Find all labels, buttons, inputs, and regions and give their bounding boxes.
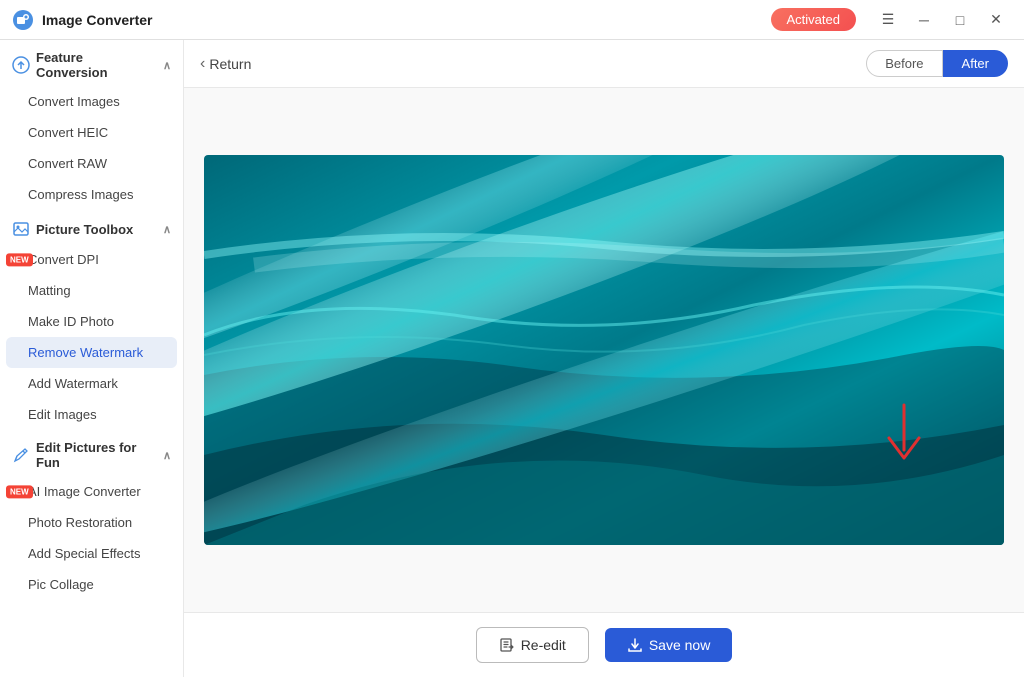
content-header: ‹ Return Before After xyxy=(184,40,1024,88)
title-bar-left: Image Converter xyxy=(12,9,152,31)
bottom-toolbar: Re-edit Save now xyxy=(184,612,1024,677)
new-badge-ai-converter: NEW xyxy=(6,485,33,498)
sidebar-section-picture-toolbox[interactable]: Picture Toolbox ∧ xyxy=(0,210,183,244)
save-icon xyxy=(627,637,643,653)
re-edit-button[interactable]: Re-edit xyxy=(476,627,589,663)
feature-conversion-chevron: ∧ xyxy=(163,59,171,72)
feature-conversion-icon xyxy=(12,56,30,74)
new-badge-convert-dpi: NEW xyxy=(6,253,33,266)
re-edit-icon xyxy=(499,637,515,653)
image-container xyxy=(204,155,1004,545)
sidebar-item-compress-images[interactable]: Compress Images xyxy=(0,179,183,210)
before-after-toggle: Before After xyxy=(866,50,1008,77)
return-label: Return xyxy=(209,56,251,72)
minimize-button[interactable]: ─ xyxy=(908,6,940,34)
sidebar-item-convert-raw[interactable]: Convert RAW xyxy=(0,148,183,179)
picture-toolbox-chevron: ∧ xyxy=(163,223,171,236)
sidebar-item-convert-dpi[interactable]: NEW Convert DPI xyxy=(0,244,183,275)
save-now-label: Save now xyxy=(649,637,710,653)
sidebar-item-photo-restoration[interactable]: Photo Restoration xyxy=(0,507,183,538)
picture-toolbox-icon xyxy=(12,220,30,238)
after-button[interactable]: After xyxy=(943,50,1008,77)
main-layout: Feature Conversion ∧ Convert Images Conv… xyxy=(0,40,1024,677)
feature-conversion-label: Feature Conversion xyxy=(36,50,157,80)
before-button[interactable]: Before xyxy=(866,50,942,77)
app-title: Image Converter xyxy=(42,12,152,28)
sidebar-section-edit-pictures-for-fun[interactable]: Edit Pictures for Fun ∧ xyxy=(0,430,183,476)
sidebar-section-feature-conversion[interactable]: Feature Conversion ∧ xyxy=(0,40,183,86)
picture-toolbox-label: Picture Toolbox xyxy=(36,222,133,237)
sidebar-item-add-special-effects[interactable]: Add Special Effects xyxy=(0,538,183,569)
teal-image xyxy=(204,155,1004,545)
edit-pictures-chevron: ∧ xyxy=(163,449,171,462)
edit-pictures-label: Edit Pictures for Fun xyxy=(36,440,157,470)
sidebar-item-convert-heic[interactable]: Convert HEIC xyxy=(0,117,183,148)
save-now-button[interactable]: Save now xyxy=(605,628,732,662)
activated-button[interactable]: Activated xyxy=(771,8,856,31)
title-bar-right: Activated ☰ ─ □ ✕ xyxy=(771,6,1012,34)
sidebar-item-convert-images[interactable]: Convert Images xyxy=(0,86,183,117)
close-button[interactable]: ✕ xyxy=(980,6,1012,34)
return-chevron-icon: ‹ xyxy=(200,55,205,73)
sidebar-item-remove-watermark[interactable]: Remove Watermark xyxy=(6,337,177,368)
content-area: ‹ Return Before After xyxy=(184,40,1024,677)
sidebar-item-make-id-photo[interactable]: Make ID Photo xyxy=(0,306,183,337)
menu-button[interactable]: ☰ xyxy=(872,6,904,34)
re-edit-label: Re-edit xyxy=(521,637,566,653)
edit-pictures-icon xyxy=(12,446,30,464)
sidebar-item-matting[interactable]: Matting xyxy=(0,275,183,306)
sidebar-item-add-watermark[interactable]: Add Watermark xyxy=(0,368,183,399)
return-button[interactable]: ‹ Return xyxy=(200,55,251,73)
title-bar: Image Converter Activated ☰ ─ □ ✕ xyxy=(0,0,1024,40)
sidebar: Feature Conversion ∧ Convert Images Conv… xyxy=(0,40,184,677)
sidebar-item-ai-image-converter[interactable]: NEW AI Image Converter xyxy=(0,476,183,507)
app-icon xyxy=(12,9,34,31)
sidebar-item-edit-images[interactable]: Edit Images xyxy=(0,399,183,430)
maximize-button[interactable]: □ xyxy=(944,6,976,34)
sidebar-item-pic-collage[interactable]: Pic Collage xyxy=(0,569,183,600)
canvas-area xyxy=(184,88,1024,612)
